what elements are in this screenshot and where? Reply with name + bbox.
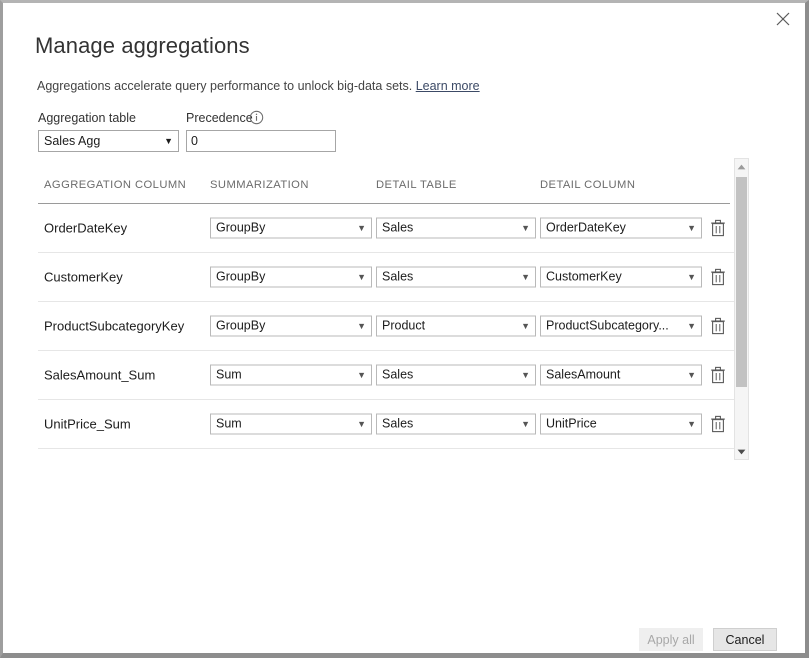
- aggregation-table-value: Sales Agg: [44, 131, 100, 151]
- aggregation-table-label: Aggregation table: [38, 111, 136, 125]
- table-row: SalesAmount_Sum Sum ▼ Sales ▼ SalesAmoun…: [38, 351, 738, 400]
- chevron-down-icon: ▼: [164, 131, 173, 151]
- chevron-down-icon: ▼: [687, 268, 696, 287]
- summarization-value: Sum: [216, 368, 242, 382]
- chevron-down-icon: ▼: [521, 317, 530, 336]
- row-aggregation-column: ProductSubcategoryKey: [44, 319, 184, 334]
- detail-column-select[interactable]: CustomerKey ▼: [540, 267, 702, 288]
- table-rows-viewport: OrderDateKey GroupBy ▼ Sales ▼ OrderDate…: [38, 204, 738, 458]
- detail-table-select[interactable]: Sales ▼: [376, 218, 536, 239]
- row-aggregation-column: OrderDateKey: [44, 221, 127, 236]
- chevron-down-icon: ▼: [521, 415, 530, 434]
- chevron-down-icon: ▼: [357, 366, 366, 385]
- row-aggregation-column: CustomerKey: [44, 270, 123, 285]
- detail-table-select[interactable]: Sales ▼: [376, 365, 536, 386]
- trash-icon[interactable]: [710, 415, 726, 433]
- detail-table-value: Sales: [382, 270, 413, 284]
- column-header-detail-column: DETAIL COLUMN: [540, 179, 635, 191]
- close-icon[interactable]: [761, 3, 805, 35]
- chevron-down-icon: ▼: [687, 366, 696, 385]
- trash-icon[interactable]: [710, 317, 726, 335]
- row-aggregation-column: UnitPrice_Sum: [44, 417, 131, 432]
- summarization-select[interactable]: GroupBy ▼: [210, 218, 372, 239]
- detail-table-value: Product: [382, 319, 425, 333]
- table-row: ProductSubcategoryKey GroupBy ▼ Product …: [38, 302, 738, 351]
- chevron-down-icon: ▼: [521, 268, 530, 287]
- detail-table-value: Sales: [382, 368, 413, 382]
- table-row: CustomerKey GroupBy ▼ Sales ▼ CustomerKe…: [38, 253, 738, 302]
- detail-column-select[interactable]: UnitPrice ▼: [540, 414, 702, 435]
- chevron-down-icon: ▼: [357, 268, 366, 287]
- detail-column-value: SalesAmount: [546, 368, 620, 382]
- detail-table-select[interactable]: Sales ▼: [376, 414, 536, 435]
- learn-more-link[interactable]: Learn more: [416, 79, 480, 93]
- detail-table-value: Sales: [382, 417, 413, 431]
- chevron-down-icon: ▼: [357, 415, 366, 434]
- summarization-select[interactable]: GroupBy ▼: [210, 267, 372, 288]
- summarization-value: Sum: [216, 417, 242, 431]
- trash-icon[interactable]: [710, 219, 726, 237]
- info-icon[interactable]: [249, 110, 264, 125]
- column-header-aggregation-column: AGGREGATION COLUMN: [44, 179, 186, 191]
- table-scrollbar[interactable]: [734, 158, 749, 460]
- chevron-up-icon: [737, 164, 746, 170]
- summarization-select[interactable]: GroupBy ▼: [210, 316, 372, 337]
- trash-icon[interactable]: [710, 268, 726, 286]
- table-row: OrderDateKey GroupBy ▼ Sales ▼ OrderDate…: [38, 204, 738, 253]
- summarization-value: GroupBy: [216, 319, 265, 333]
- summarization-select[interactable]: Sum ▼: [210, 414, 372, 435]
- detail-table-select[interactable]: Product ▼: [376, 316, 536, 337]
- detail-column-select[interactable]: ProductSubcategory... ▼: [540, 316, 702, 337]
- detail-column-select[interactable]: SalesAmount ▼: [540, 365, 702, 386]
- table-row: UnitPrice_Sum Sum ▼ Sales ▼ UnitPrice ▼: [38, 400, 738, 449]
- chevron-down-icon: ▼: [687, 219, 696, 238]
- column-header-summarization: SUMMARIZATION: [210, 179, 309, 191]
- apply-all-button[interactable]: Apply all: [639, 628, 703, 651]
- row-aggregation-column: SalesAmount_Sum: [44, 368, 155, 383]
- scroll-up-button[interactable]: [735, 159, 748, 174]
- chevron-down-icon: ▼: [687, 317, 696, 336]
- aggregations-table: AGGREGATION COLUMN SUMMARIZATION DETAIL …: [38, 158, 748, 460]
- close-glyph: [776, 12, 790, 26]
- manage-aggregations-dialog: Manage aggregations Aggregations acceler…: [0, 0, 809, 658]
- summarization-value: GroupBy: [216, 221, 265, 235]
- detail-column-value: UnitPrice: [546, 417, 597, 431]
- cancel-button[interactable]: Cancel: [713, 628, 777, 651]
- detail-column-value: OrderDateKey: [546, 221, 626, 235]
- aggregation-table-select[interactable]: Sales Agg ▼: [38, 130, 179, 152]
- scroll-down-button[interactable]: [735, 444, 748, 459]
- column-header-detail-table: DETAIL TABLE: [376, 179, 457, 191]
- precedence-label: Precedence: [186, 111, 253, 125]
- page-title: Manage aggregations: [35, 33, 250, 59]
- summarization-select[interactable]: Sum ▼: [210, 365, 372, 386]
- detail-table-select[interactable]: Sales ▼: [376, 267, 536, 288]
- detail-column-value: CustomerKey: [546, 270, 622, 284]
- chevron-down-icon: [737, 449, 746, 455]
- detail-column-value: ProductSubcategory...: [546, 319, 669, 333]
- chevron-down-icon: ▼: [357, 219, 366, 238]
- table-header-row: AGGREGATION COLUMN SUMMARIZATION DETAIL …: [38, 158, 730, 204]
- description-text: Aggregations accelerate query performanc…: [37, 79, 412, 93]
- chevron-down-icon: ▼: [521, 366, 530, 385]
- chevron-down-icon: ▼: [357, 317, 366, 336]
- detail-column-select[interactable]: OrderDateKey ▼: [540, 218, 702, 239]
- precedence-input[interactable]: [186, 130, 336, 152]
- summarization-value: GroupBy: [216, 270, 265, 284]
- trash-icon[interactable]: [710, 366, 726, 384]
- scrollbar-thumb[interactable]: [736, 177, 747, 387]
- detail-table-value: Sales: [382, 221, 413, 235]
- dialog-description: Aggregations accelerate query performanc…: [37, 79, 480, 93]
- chevron-down-icon: ▼: [521, 219, 530, 238]
- chevron-down-icon: ▼: [687, 415, 696, 434]
